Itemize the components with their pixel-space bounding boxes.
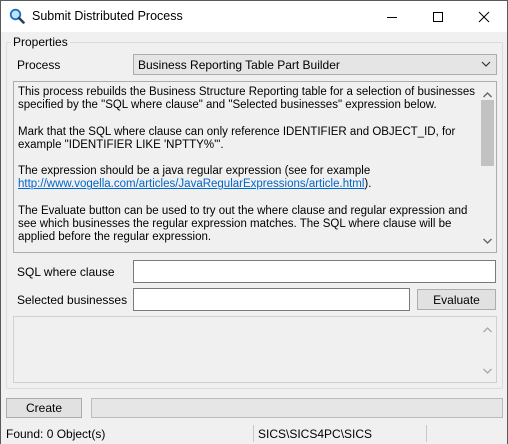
- selected-businesses-input[interactable]: [133, 288, 410, 311]
- create-button[interactable]: Create: [6, 398, 82, 418]
- found-count-status: Found: 0 Object(s): [6, 427, 106, 441]
- connection-status: SICS\SICS4PC\SICS: [258, 427, 373, 441]
- maximize-icon: [433, 11, 443, 22]
- sql-where-label: SQL where clause: [17, 265, 115, 279]
- process-description: This process rebuilds the Business Struc…: [18, 86, 478, 252]
- scroll-down-icon[interactable]: [483, 363, 492, 377]
- status-bar: Found: 0 Object(s) SICS\SICS4PC\SICS: [1, 422, 507, 444]
- results-scrollbar[interactable]: [479, 317, 496, 382]
- minimize-button[interactable]: [369, 1, 415, 32]
- window-title: Submit Distributed Process: [32, 9, 183, 23]
- evaluation-results-box[interactable]: [13, 316, 497, 383]
- title-bar[interactable]: Submit Distributed Process: [1, 1, 507, 32]
- regex-article-link[interactable]: http://www.vogella.com/articles/JavaRegu…: [18, 178, 364, 190]
- status-divider: [426, 425, 427, 442]
- maximize-button[interactable]: [415, 1, 461, 32]
- description-scrollbar[interactable]: [479, 82, 496, 252]
- description-text: ).: [364, 178, 372, 191]
- description-paragraph: Mark that the SQL where clause can only …: [18, 125, 456, 151]
- minimize-icon: [387, 16, 397, 18]
- close-icon: [478, 11, 490, 22]
- process-select-value: Business Reporting Table Part Builder: [138, 58, 340, 72]
- selected-businesses-label: Selected businesses: [17, 293, 128, 307]
- process-description-box[interactable]: This process rebuilds the Business Struc…: [13, 81, 497, 253]
- description-paragraph: The expression should be a java regular …: [18, 165, 478, 192]
- scroll-down-icon[interactable]: [483, 233, 492, 247]
- description-paragraph: This process rebuilds the Business Struc…: [18, 86, 476, 112]
- description-text: The expression should be a java regular …: [18, 165, 371, 178]
- chevron-down-icon: [480, 58, 492, 73]
- process-label: Process: [17, 58, 61, 72]
- progress-bar: [91, 398, 503, 418]
- process-select[interactable]: Business Reporting Table Part Builder: [133, 54, 497, 75]
- evaluate-button[interactable]: Evaluate: [417, 289, 496, 310]
- description-paragraph: The Evaluate button can be used to try o…: [18, 204, 468, 244]
- scroll-up-icon[interactable]: [483, 87, 492, 101]
- properties-group-label: Properties: [11, 35, 70, 49]
- sql-where-input[interactable]: [133, 260, 496, 283]
- close-button[interactable]: [461, 1, 507, 32]
- scroll-up-icon[interactable]: [483, 322, 492, 336]
- magnifier-app-icon: [9, 8, 25, 24]
- scrollbar-thumb[interactable]: [481, 100, 494, 166]
- submit-process-window: Submit Distributed Process Properties Pr…: [0, 0, 508, 444]
